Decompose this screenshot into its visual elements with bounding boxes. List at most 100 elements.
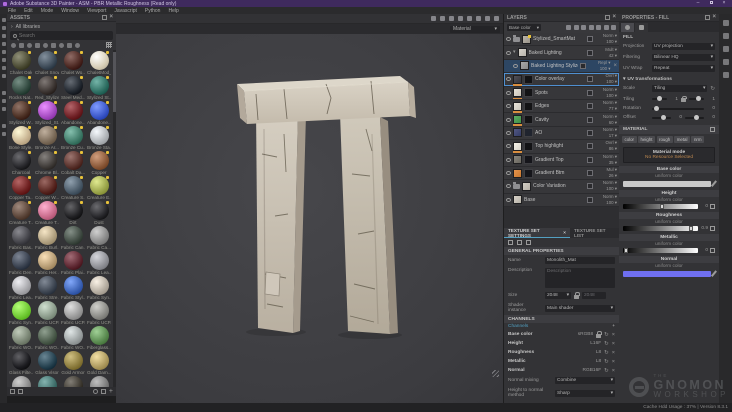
filter-materials-icon[interactable] (19, 42, 24, 48)
material-item[interactable]: Creature E... (87, 176, 111, 200)
resize-grip[interactable] (492, 370, 499, 377)
layer-row[interactable]: Color overlay Ovrl ▾ 100 ▾ (504, 73, 619, 87)
add-fill-layer-icon[interactable] (588, 25, 594, 30)
tab-texture-set-settings[interactable]: TEXTURE SET SETTINGS × (504, 228, 570, 238)
height-to-normal-select[interactable]: Sharp ▾ (555, 389, 615, 397)
opacity-select[interactable]: 100 ▾ (606, 79, 617, 85)
normal-mixing-select[interactable]: Combine ▾ (555, 377, 615, 384)
gizmo-icon[interactable] (431, 16, 436, 21)
layer-visibility-icon[interactable] (506, 104, 511, 109)
material-item[interactable]: Fabric Ca... (87, 226, 111, 250)
channel-toggle-metal[interactable]: metal (674, 136, 690, 143)
layer-row[interactable]: Baked Lighting Stylized Repl ▾ 100 ▾ × (504, 59, 619, 74)
layer-row[interactable]: Base Norm ▾ 100 ▾ (504, 193, 619, 208)
eyedropper-icon[interactable] (711, 270, 718, 277)
texset-settings-icon[interactable] (508, 240, 513, 245)
metallic-slider[interactable] (623, 248, 698, 253)
layer-visibility-icon[interactable] (506, 197, 511, 202)
material-item[interactable]: Fabric Styl... (61, 276, 85, 300)
tab-material-properties[interactable] (621, 23, 634, 32)
material-item[interactable]: Fabric Can... (61, 226, 85, 250)
material-item[interactable]: Fabric Syn... (87, 276, 111, 300)
opacity-select[interactable]: 77 ▾ (609, 106, 617, 112)
tab-texture-set-list[interactable]: TEXTURE SET LIST (570, 228, 619, 238)
offset-slider-v[interactable] (685, 114, 704, 120)
clone-tool[interactable] (1, 58, 6, 62)
layers-popout-icon[interactable] (605, 15, 611, 20)
uv-transform-header[interactable]: ▾ UV transformations (619, 74, 719, 83)
layer-visibility-icon[interactable] (506, 77, 511, 82)
assets-popout-icon[interactable] (102, 15, 108, 20)
opacity-select[interactable]: 100 ▾ (606, 186, 617, 192)
height-slider[interactable] (623, 204, 698, 209)
material-item[interactable]: Stylized St... (87, 76, 111, 100)
material-item[interactable]: Copper (87, 151, 111, 175)
expand-caret-icon[interactable]: ▾ (513, 50, 516, 55)
menu-file[interactable]: File (4, 8, 20, 14)
texset-shader-icon[interactable] (517, 240, 522, 245)
name-field[interactable]: Monolith_Mat (545, 257, 615, 264)
add-channel-button[interactable]: + (612, 324, 615, 329)
channel-format-select[interactable]: sRGB8 (578, 332, 593, 337)
menu-javascript[interactable]: Javascript (110, 8, 141, 14)
material-item[interactable]: Fabric Lea... (9, 276, 33, 300)
add-library-icon[interactable]: + (109, 388, 113, 395)
grid-view-icon[interactable] (106, 42, 112, 48)
quick-mask-tool[interactable] (1, 74, 6, 78)
channel-remove-icon[interactable]: × (612, 359, 615, 365)
add-effect-icon[interactable] (573, 25, 579, 30)
material-item[interactable]: Red_Stylized (35, 76, 59, 100)
filtering-select[interactable]: Bilinear HQ ▾ (652, 54, 715, 61)
material-item[interactable]: Fabric Her... (35, 251, 59, 275)
opacity-select[interactable]: 100 ▾ (606, 93, 617, 99)
layer-row[interactable]: Edges Norm ▾ 77 ▾ (504, 99, 619, 114)
add-smart-mask-icon[interactable] (566, 25, 571, 30)
channel-toggle-height[interactable]: height (638, 136, 655, 143)
menu-viewport[interactable]: Viewport (83, 8, 110, 14)
eyedropper-icon[interactable] (711, 180, 718, 187)
small-thumbs-icon[interactable] (92, 389, 98, 394)
layer-visibility-icon[interactable] (506, 117, 511, 122)
material-item[interactable]: Fabric Plai... (61, 251, 85, 275)
offset-slider-u[interactable] (652, 114, 671, 120)
search-input[interactable] (19, 32, 99, 39)
camera-icon[interactable] (494, 16, 499, 21)
filter-all-icon[interactable] (11, 42, 16, 48)
layer-row[interactable]: AO Norm ▾ 17 ▾ (504, 126, 619, 141)
material-item[interactable]: Fabric Bas... (9, 226, 33, 250)
description-field[interactable]: Description (545, 268, 615, 288)
eraser-tool[interactable] (1, 26, 6, 30)
smudge-tool[interactable] (1, 50, 6, 54)
material-item[interactable]: Gold Dam... (87, 351, 111, 375)
channel-toggle-rough[interactable]: rough (656, 136, 673, 143)
snap-icon[interactable] (440, 16, 445, 21)
opacity-select[interactable]: 42 ▾ (609, 53, 617, 59)
layer-row[interactable]: Color Variation Norm ▾ 100 ▾ (504, 180, 619, 194)
filter-brushes-icon[interactable] (43, 42, 48, 48)
material-item[interactable]: Stylized_St... (35, 101, 59, 125)
settings-icon[interactable] (1, 132, 6, 136)
material-item[interactable]: Fabric WO... (35, 326, 59, 350)
dock-texture-set-icon[interactable] (722, 46, 729, 52)
properties-popout-icon[interactable] (705, 15, 711, 20)
layer-visibility-icon[interactable] (506, 157, 511, 162)
layer-row[interactable]: Stylized_SmartMat Norm ▾ 100 ▾ (504, 33, 619, 47)
channel-reset-icon[interactable]: ↻ (604, 341, 609, 347)
channel-format-select[interactable]: RGB16F (583, 368, 602, 373)
rotation-slider[interactable] (652, 105, 704, 111)
projection-select[interactable]: UV projection ▾ (652, 43, 715, 50)
polygon-fill-tool[interactable] (1, 42, 6, 46)
roughness-slider[interactable] (623, 226, 698, 231)
assets-close-icon[interactable]: × (109, 14, 113, 20)
material-item[interactable]: Fabric UCP... (87, 301, 111, 325)
scale-mode-select[interactable]: Tiling ▾ (652, 85, 708, 92)
material-mode-button[interactable]: Material mode No Resource Selected (623, 147, 715, 163)
layer-row[interactable]: Top highlight Ovrl ▾ 86 ▾ (504, 140, 619, 154)
channel-format-select[interactable]: L8 (596, 359, 601, 364)
channel-format-select[interactable]: L16F (590, 341, 601, 346)
layer-visibility-icon[interactable] (506, 50, 511, 55)
camera-capture-icon[interactable] (458, 16, 463, 21)
channel-remove-icon[interactable]: × (612, 368, 615, 374)
viewport-layout-icon[interactable] (467, 16, 472, 21)
material-item[interactable]: Chalet Wo... (61, 51, 85, 75)
